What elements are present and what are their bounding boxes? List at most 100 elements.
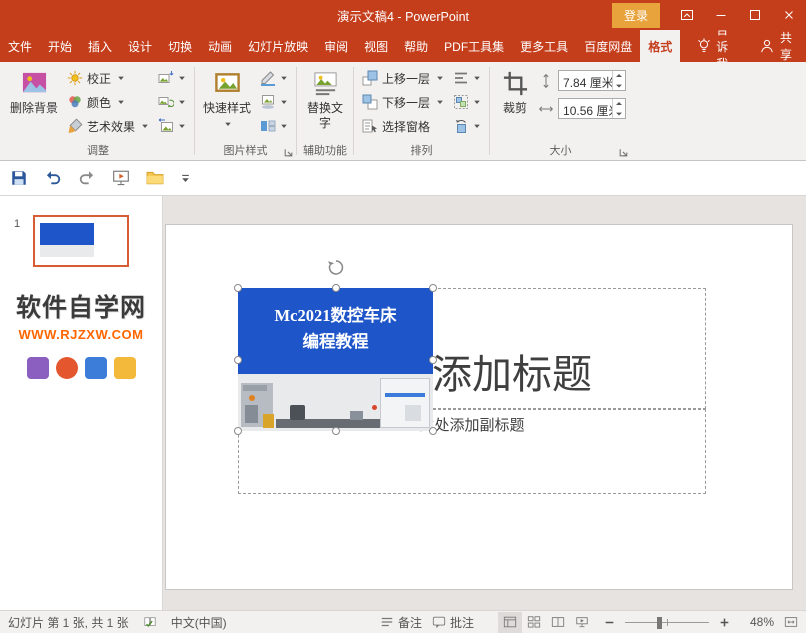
change-picture-button[interactable] [155, 90, 189, 114]
resize-handle-w[interactable] [234, 355, 242, 364]
spinner-down-icon[interactable] [613, 81, 625, 91]
notes-button[interactable]: 备注 [380, 614, 422, 631]
artistic-effects-label: 艺术效果 [87, 119, 136, 134]
size-fields-column: 7.84 厘米 10.56 厘米 [538, 66, 627, 143]
slide-editor[interactable]: 此处添加标题 此处添加副标题 Mc2021数控车床 编程教程 [163, 196, 806, 610]
reset-picture-button[interactable] [155, 114, 189, 138]
send-backward-button[interactable]: 下移一层 [359, 90, 447, 114]
picture-effects-button[interactable] [257, 90, 291, 114]
align-button[interactable] [450, 66, 484, 90]
start-slideshow-button[interactable] [112, 169, 130, 187]
dialog-launcher-size[interactable] [617, 146, 629, 158]
lightbulb-icon [696, 38, 712, 54]
quick-styles-button[interactable]: 快速样式 [200, 66, 254, 143]
selected-picture[interactable]: Mc2021数控车床 编程教程 [234, 260, 437, 435]
shape-height-field[interactable]: 7.84 厘米 [558, 70, 627, 91]
close-button[interactable] [772, 0, 806, 30]
corrections-icon [67, 70, 83, 86]
alt-text-button[interactable]: 替换文字 [302, 66, 348, 143]
picture-styles-icons-column [257, 66, 291, 143]
slide-thumbnail-panel: 1 软件自学网 WWW.RJZXW.COM [0, 196, 163, 610]
share-button[interactable]: 共享 [745, 30, 806, 62]
picture-layout-button[interactable] [257, 114, 291, 138]
tab-transitions[interactable]: 切换 [160, 30, 200, 62]
login-button[interactable]: 登录 [611, 2, 660, 28]
rotate-objects-button[interactable] [450, 114, 484, 138]
tab-design[interactable]: 设计 [120, 30, 160, 62]
zoom-thumb[interactable] [656, 616, 662, 629]
tab-pdf-tools[interactable]: PDF工具集 [436, 30, 512, 62]
slide-thumbnail-1[interactable] [33, 215, 129, 267]
tab-home[interactable]: 开始 [40, 30, 80, 62]
picture-title-line1: Mc2021数控车床 [274, 306, 397, 325]
resize-handle-se[interactable] [429, 427, 437, 435]
crop-button[interactable]: 裁剪 [495, 66, 535, 143]
resize-handle-n[interactable] [331, 284, 340, 292]
language-button[interactable]: 中文(中国) [171, 614, 227, 631]
tab-insert[interactable]: 插入 [80, 30, 120, 62]
comments-button[interactable]: 批注 [432, 614, 474, 631]
spinner-up-icon[interactable] [613, 99, 625, 109]
zoom-in-button[interactable] [719, 617, 730, 628]
zoom-out-button[interactable] [604, 617, 615, 628]
color-button[interactable]: 颜色 [64, 90, 152, 114]
tab-file[interactable]: 文件 [0, 30, 40, 62]
thumbnail-picture [40, 223, 94, 257]
zoom-in-icon [719, 617, 730, 628]
remove-background-button[interactable]: 删除背景 [7, 66, 61, 143]
resize-handle-e[interactable] [429, 355, 437, 364]
ribbon-display-options-button[interactable] [670, 0, 704, 30]
tell-me-box[interactable]: 告诉我 [686, 23, 745, 71]
tab-more-tools[interactable]: 更多工具 [512, 30, 576, 62]
tab-slideshow[interactable]: 幻灯片放映 [240, 30, 316, 62]
spinner-up-icon[interactable] [613, 71, 625, 81]
group-objects-button[interactable] [450, 90, 484, 114]
tab-baidu-pan[interactable]: 百度网盘 [576, 30, 640, 62]
shape-width-field[interactable]: 10.56 厘米 [558, 98, 627, 119]
artistic-effects-button[interactable]: 艺术效果 [64, 114, 152, 138]
dialog-launcher-picture-styles[interactable] [282, 146, 294, 158]
fit-to-window-button[interactable] [784, 615, 798, 629]
rotate-handle[interactable] [326, 258, 345, 277]
chevron-down-icon [178, 122, 186, 130]
resize-handle-ne[interactable] [429, 284, 437, 292]
tab-help[interactable]: 帮助 [396, 30, 436, 62]
selection-pane-button[interactable]: 选择窗格 [359, 114, 447, 138]
maximize-button[interactable] [738, 0, 772, 30]
picture-border-button[interactable] [257, 66, 291, 90]
resize-handle-sw[interactable] [234, 427, 242, 435]
tab-picture-format[interactable]: 格式 [640, 30, 681, 62]
shape-height-spinner[interactable] [612, 71, 625, 90]
save-button[interactable] [10, 169, 28, 187]
tab-animations[interactable]: 动画 [200, 30, 240, 62]
minimize-button[interactable] [704, 0, 738, 30]
reading-view-button[interactable] [546, 612, 570, 633]
zoom-percentage[interactable]: 48% [740, 615, 774, 629]
slideshow-view-button[interactable] [570, 612, 594, 633]
compress-picture-button[interactable] [155, 66, 189, 90]
tab-review[interactable]: 审阅 [316, 30, 356, 62]
watermark-app-icon-4 [113, 357, 136, 379]
resize-handle-s[interactable] [331, 427, 340, 435]
machine-graphic [290, 405, 305, 420]
zoom-center-tick [667, 618, 668, 626]
tab-view[interactable]: 视图 [356, 30, 396, 62]
spellcheck-icon [143, 615, 157, 629]
spellcheck-button[interactable] [143, 615, 157, 629]
bring-forward-button[interactable]: 上移一层 [359, 66, 447, 90]
shape-width-spinner[interactable] [612, 99, 625, 118]
customize-qat-button[interactable] [180, 173, 191, 184]
adjust-buttons-column: 校正 颜色 艺术效果 [64, 66, 152, 143]
redo-button[interactable] [78, 169, 96, 187]
slide-canvas[interactable]: 此处添加标题 此处添加副标题 Mc2021数控车床 编程教程 [165, 224, 793, 590]
resize-handle-nw[interactable] [234, 284, 242, 292]
slide-sorter-view-button[interactable] [522, 612, 546, 633]
ribbon: 删除背景 校正 颜色 艺术效果 调整 快速样式 图片样式 替换文字 辅助功能 上… [0, 62, 806, 161]
normal-view-button[interactable] [498, 611, 522, 633]
open-file-button[interactable] [146, 169, 164, 187]
spinner-down-icon[interactable] [613, 109, 625, 119]
corrections-button[interactable]: 校正 [64, 66, 152, 90]
customize-qat-icon [180, 173, 191, 184]
zoom-slider[interactable] [625, 612, 709, 633]
undo-button[interactable] [44, 169, 62, 187]
